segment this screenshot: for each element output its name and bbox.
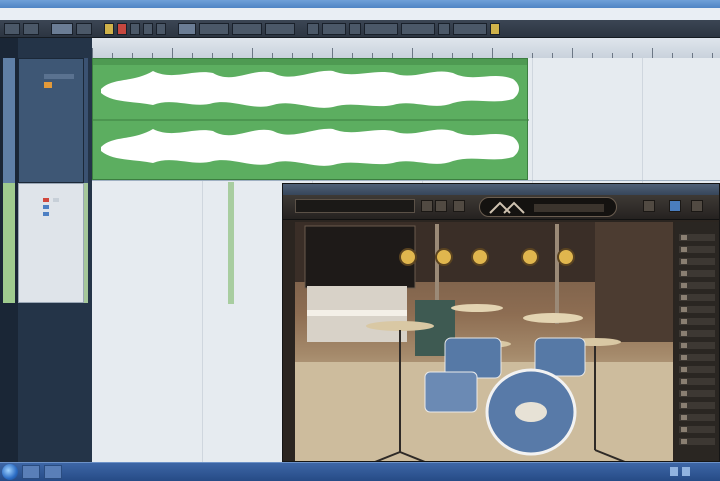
knob-icon[interactable] xyxy=(557,248,575,266)
list-item[interactable] xyxy=(679,294,715,301)
track2-color-strip xyxy=(3,183,15,303)
list-item[interactable] xyxy=(679,270,715,277)
ruler-tick xyxy=(172,48,173,58)
list-item[interactable] xyxy=(679,354,715,361)
left-locator-field[interactable] xyxy=(364,22,398,35)
track-list-panel xyxy=(0,38,92,462)
taskbar-app-button[interactable] xyxy=(44,465,62,479)
construct-view-icon[interactable] xyxy=(643,200,655,212)
right-locator-field[interactable] xyxy=(401,22,435,35)
list-item[interactable] xyxy=(679,390,715,397)
activate-project-button[interactable] xyxy=(4,22,20,35)
cycle-icon[interactable] xyxy=(349,22,361,35)
plugin-logo xyxy=(479,197,617,217)
constrain-delay-button[interactable] xyxy=(23,22,39,35)
tray-icon[interactable] xyxy=(670,467,678,476)
snap-button[interactable] xyxy=(178,22,196,35)
ruler-tick xyxy=(492,48,493,58)
audio-event[interactable] xyxy=(92,58,529,180)
monitor-icon[interactable] xyxy=(43,205,49,209)
list-item[interactable] xyxy=(679,258,715,265)
drum-kit-view[interactable] xyxy=(295,222,673,461)
ruler-tick xyxy=(252,48,253,58)
taskbar-app-button[interactable] xyxy=(22,465,40,479)
mixer-view-icon[interactable] xyxy=(691,200,703,212)
midi-part[interactable] xyxy=(228,182,234,304)
ruler-tick xyxy=(92,48,93,58)
instrument-list xyxy=(675,222,719,461)
drum-plugin-window[interactable] xyxy=(282,183,720,462)
window-title-bar xyxy=(0,0,720,8)
audio-track-header[interactable] xyxy=(18,58,84,183)
automation-button[interactable] xyxy=(76,22,92,35)
tray-icon[interactable] xyxy=(682,467,690,476)
preset-prev-icon[interactable] xyxy=(421,200,433,212)
inspector-strip xyxy=(0,38,18,462)
transport-position-display[interactable] xyxy=(322,22,346,35)
list-item[interactable] xyxy=(679,402,715,409)
record-enable-icon[interactable] xyxy=(43,198,49,202)
list-item[interactable] xyxy=(679,438,715,445)
waveform xyxy=(93,70,529,166)
list-item[interactable] xyxy=(679,378,715,385)
list-item[interactable] xyxy=(679,366,715,373)
track1-color-strip xyxy=(3,58,15,183)
logo-mark-icon xyxy=(489,201,604,214)
list-item[interactable] xyxy=(679,306,715,313)
plugin-toolbar xyxy=(283,195,719,220)
knob-icon[interactable] xyxy=(471,248,489,266)
list-item[interactable] xyxy=(679,426,715,433)
mute-tool-icon[interactable] xyxy=(156,22,166,35)
settings-icon[interactable] xyxy=(453,200,465,212)
monitor-icon[interactable] xyxy=(307,22,319,35)
mute-icon[interactable] xyxy=(53,198,59,202)
list-item[interactable] xyxy=(679,414,715,421)
touch-mode-selector[interactable] xyxy=(51,22,73,35)
erase-tool-icon[interactable] xyxy=(117,22,127,35)
knob-icon[interactable] xyxy=(399,248,417,266)
ruler-tick xyxy=(572,48,573,58)
instrument-track-header[interactable] xyxy=(18,183,84,303)
instrument-edit-icon[interactable] xyxy=(43,212,49,216)
edit-button[interactable] xyxy=(44,82,52,88)
list-item[interactable] xyxy=(679,234,715,241)
track2-level-meter xyxy=(84,183,88,303)
plugin-title-bar[interactable] xyxy=(283,184,719,195)
object-select-tool-icon[interactable] xyxy=(104,22,114,35)
snap-type-dropdown[interactable] xyxy=(199,22,229,35)
timeline-ruler[interactable] xyxy=(92,38,720,59)
track-controls xyxy=(44,74,74,79)
ruler-tick xyxy=(652,48,653,58)
menu-bar xyxy=(0,8,720,20)
list-item[interactable] xyxy=(679,282,715,289)
transport-toolbar xyxy=(0,20,720,38)
preset-next-icon[interactable] xyxy=(435,200,447,212)
list-item[interactable] xyxy=(679,342,715,349)
glue-tool-icon[interactable] xyxy=(143,22,153,35)
list-item[interactable] xyxy=(679,330,715,337)
knob-icon[interactable] xyxy=(521,248,539,266)
record-icon[interactable] xyxy=(438,22,450,35)
metronome-icon[interactable] xyxy=(490,22,500,35)
knob-icon[interactable] xyxy=(435,248,453,266)
quantize-dropdown[interactable] xyxy=(265,22,295,35)
track1-level-meter xyxy=(84,58,88,183)
track-lane-separator xyxy=(92,180,720,181)
ruler-tick xyxy=(332,48,333,58)
start-orb-icon[interactable] xyxy=(2,464,18,480)
split-tool-icon[interactable] xyxy=(130,22,140,35)
ruler-tick xyxy=(412,48,413,58)
tempo-field[interactable] xyxy=(453,22,487,35)
grid-type-dropdown[interactable] xyxy=(232,22,262,35)
list-item[interactable] xyxy=(679,246,715,253)
taskbar xyxy=(0,462,720,481)
list-item[interactable] xyxy=(679,318,715,325)
preset-selector[interactable] xyxy=(295,199,415,213)
drums-view-icon[interactable] xyxy=(669,200,681,212)
